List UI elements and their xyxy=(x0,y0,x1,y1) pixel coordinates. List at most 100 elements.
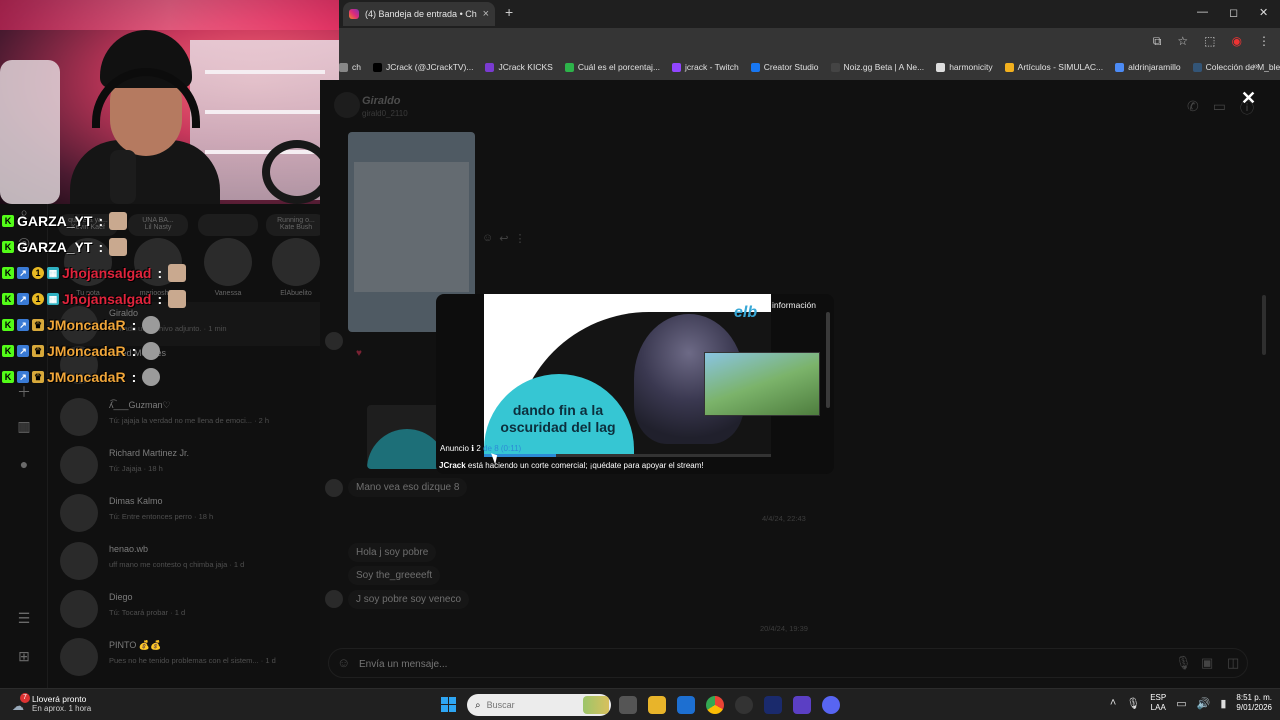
task-view-icon[interactable] xyxy=(619,696,637,714)
crown-badge-icon: ♛ xyxy=(32,371,44,383)
obs-icon[interactable] xyxy=(735,696,753,714)
more-icon[interactable]: ⋮ xyxy=(514,232,525,245)
taskbar-search[interactable]: ⌕ xyxy=(467,694,611,716)
battery-icon[interactable]: ▮ xyxy=(1220,697,1226,710)
bookmark-item[interactable]: Noiz.gg Beta | A Ne... xyxy=(830,62,924,72)
bookmark-item[interactable]: Creator Studio xyxy=(750,62,819,72)
message-composer: ☺ 🎙 ▣ ◫ xyxy=(328,648,1248,678)
message-bubble[interactable]: J soy pobre soy veneco xyxy=(348,590,470,609)
bookmark-label: JCrack KICKS xyxy=(498,62,553,72)
extensions-icon[interactable]: ⬚ xyxy=(1204,34,1215,49)
conversation-item[interactable]: Diego Tú: Tocará probar · 1 d xyxy=(60,588,320,628)
grid-app-icon[interactable] xyxy=(793,696,811,714)
note-item[interactable]: Running o... Kate Bush ElAbuelito xyxy=(266,214,326,297)
apps-icon[interactable]: ⊞ xyxy=(16,648,32,664)
ad-label-prefix: Anuncio ℹ 2 xyxy=(440,444,481,453)
reply-icon[interactable]: ↩ xyxy=(499,232,508,245)
message-bubble[interactable]: Soy the_greeeeft xyxy=(348,566,441,585)
bookmark-favicon-icon xyxy=(750,62,760,72)
bookmark-item[interactable]: Artículos - SIMULAC... xyxy=(1004,62,1103,72)
ad-scrollbar xyxy=(826,312,830,408)
maximize-button[interactable]: ◻ xyxy=(1229,6,1238,19)
chat-separator: : xyxy=(131,369,137,385)
conversation-preview: Tú: jajaja la verdad no me llena de emoc… xyxy=(109,416,270,425)
ad-info-link[interactable]: información xyxy=(772,300,816,310)
conversation-name: henao.wb xyxy=(109,544,149,554)
twitch-badge-icon: ↗ xyxy=(17,267,29,279)
emoji-icon[interactable]: ☺ xyxy=(337,655,350,670)
discord-icon[interactable] xyxy=(822,696,840,714)
tab-instagram[interactable]: (4) Bandeja de entrada • Chats × xyxy=(343,2,495,26)
tier-badge-icon: 1 xyxy=(32,293,44,305)
close-chat-icon[interactable]: ✕ xyxy=(1241,88,1256,109)
clock[interactable]: 8:51 p. m. 9/01/2026 xyxy=(1236,693,1272,713)
conversation-item[interactable]: henao.wb uff mano me contesto q chimba ja… xyxy=(60,540,320,580)
bookmark-item[interactable]: aldrinjaramillo xyxy=(1115,62,1181,72)
emoji-react-icon[interactable]: ☺ xyxy=(482,232,493,245)
tier-badge-icon: 1 xyxy=(32,267,44,279)
bookmark-item[interactable]: JCrack (@JCrackTV)... xyxy=(372,62,474,72)
contact-name[interactable]: Giraldo xyxy=(362,95,401,107)
shelf xyxy=(205,110,325,114)
more-menu-icon[interactable]: ☰ xyxy=(16,610,32,626)
insights-icon[interactable]: ▥ xyxy=(16,418,32,434)
input-language[interactable]: ESP LAA xyxy=(1150,693,1166,712)
twitch-badge-icon: ↗ xyxy=(17,371,29,383)
conversation-preview: Tú: Jajaja · 18 h xyxy=(109,464,163,473)
chrome-icon[interactable] xyxy=(706,696,724,714)
bookmark-label: JCrack (@JCrackTV)... xyxy=(385,62,474,72)
phone-icon[interactable]: ✆ xyxy=(1187,98,1199,118)
menu-icon[interactable]: ⋮ xyxy=(1258,34,1270,49)
bookmark-favicon-icon xyxy=(1004,62,1014,72)
volume-icon[interactable]: 🔊 xyxy=(1197,697,1211,710)
video-icon[interactable]: ▭ xyxy=(1213,98,1226,118)
file-explorer-icon[interactable] xyxy=(648,696,666,714)
bookmark-item[interactable]: Cuál es el porcentaj... xyxy=(564,62,660,72)
shared-ad-thumbnail[interactable] xyxy=(367,405,447,469)
sticker-icon[interactable]: ◫ xyxy=(1227,655,1239,671)
conversation-avatar xyxy=(60,494,98,532)
close-window-button[interactable]: ✕ xyxy=(1259,6,1268,19)
microphone-icon[interactable]: 🎙 xyxy=(1175,655,1192,671)
message-bubble[interactable]: Hola j soy pobre xyxy=(348,543,437,562)
tab-close-icon[interactable]: × xyxy=(483,8,489,20)
message-bubble[interactable]: Mano vea eso dizque 8 xyxy=(348,478,468,497)
taskbar-search-input[interactable] xyxy=(486,700,547,710)
bookmark-item[interactable]: jcrack - Twitch xyxy=(672,62,739,72)
install-app-icon[interactable]: ⧉ xyxy=(1153,34,1162,49)
contact-avatar[interactable] xyxy=(334,92,360,118)
bookmark-item[interactable]: ch xyxy=(339,62,361,72)
bookmark-star-icon[interactable]: ☆ xyxy=(1177,34,1188,49)
start-button[interactable] xyxy=(441,697,456,712)
mail-icon[interactable] xyxy=(677,696,695,714)
weather-subtitle: En aprox. 1 hora xyxy=(32,704,92,713)
ad-game-screenshot xyxy=(704,352,820,416)
bookmarks-more-icon[interactable]: » xyxy=(1252,61,1258,72)
network-icon[interactable]: ▭ xyxy=(1176,697,1186,710)
bookmark-item[interactable]: harmonicity xyxy=(936,62,993,72)
bookmark-label: harmonicity xyxy=(949,62,993,72)
ad-progress-bar xyxy=(484,454,771,457)
message-input[interactable] xyxy=(359,656,1059,672)
conversation-item[interactable]: PINTO 💰💰 Pues no he tenido problemas con … xyxy=(60,636,320,676)
profile-avatar-icon[interactable]: ● xyxy=(16,456,32,472)
app-icon[interactable] xyxy=(764,696,782,714)
weather-widget[interactable]: ☁ 7 Lloverá pronto En aprox. 1 hora xyxy=(12,692,92,713)
conversation-item[interactable]: ʎ͡___Guzman♡ Tú: jajaja la verdad no me l… xyxy=(60,396,320,436)
tray-overflow-icon[interactable]: ˄ xyxy=(1110,697,1116,709)
bookmark-item[interactable]: Colección de M_blei... xyxy=(1192,62,1280,72)
bookmark-favicon-icon xyxy=(936,62,946,72)
keyboard-layout: LAA xyxy=(1150,703,1166,712)
conversation-item[interactable]: Dimas Kalmo Tú: Entre entonces perro · 18… xyxy=(60,492,320,532)
minimize-button[interactable]: — xyxy=(1197,6,1208,18)
profile-icon[interactable]: ◉ xyxy=(1232,34,1242,49)
conversation-name: Dimas Kalmo xyxy=(109,496,163,506)
chat-scrollbar[interactable] xyxy=(1262,295,1266,355)
tray-mic-icon[interactable]: 🎙 xyxy=(1126,697,1140,710)
chat-emote-icon xyxy=(168,290,187,308)
chat-username: JMoncadaR xyxy=(47,343,126,359)
conversation-item[interactable]: Richard Martinez Jr. Tú: Jajaja · 18 h xyxy=(60,444,320,484)
bookmark-item[interactable]: JCrack KICKS xyxy=(485,62,553,72)
new-tab-button[interactable]: + xyxy=(505,4,513,20)
image-icon[interactable]: ▣ xyxy=(1201,655,1213,671)
